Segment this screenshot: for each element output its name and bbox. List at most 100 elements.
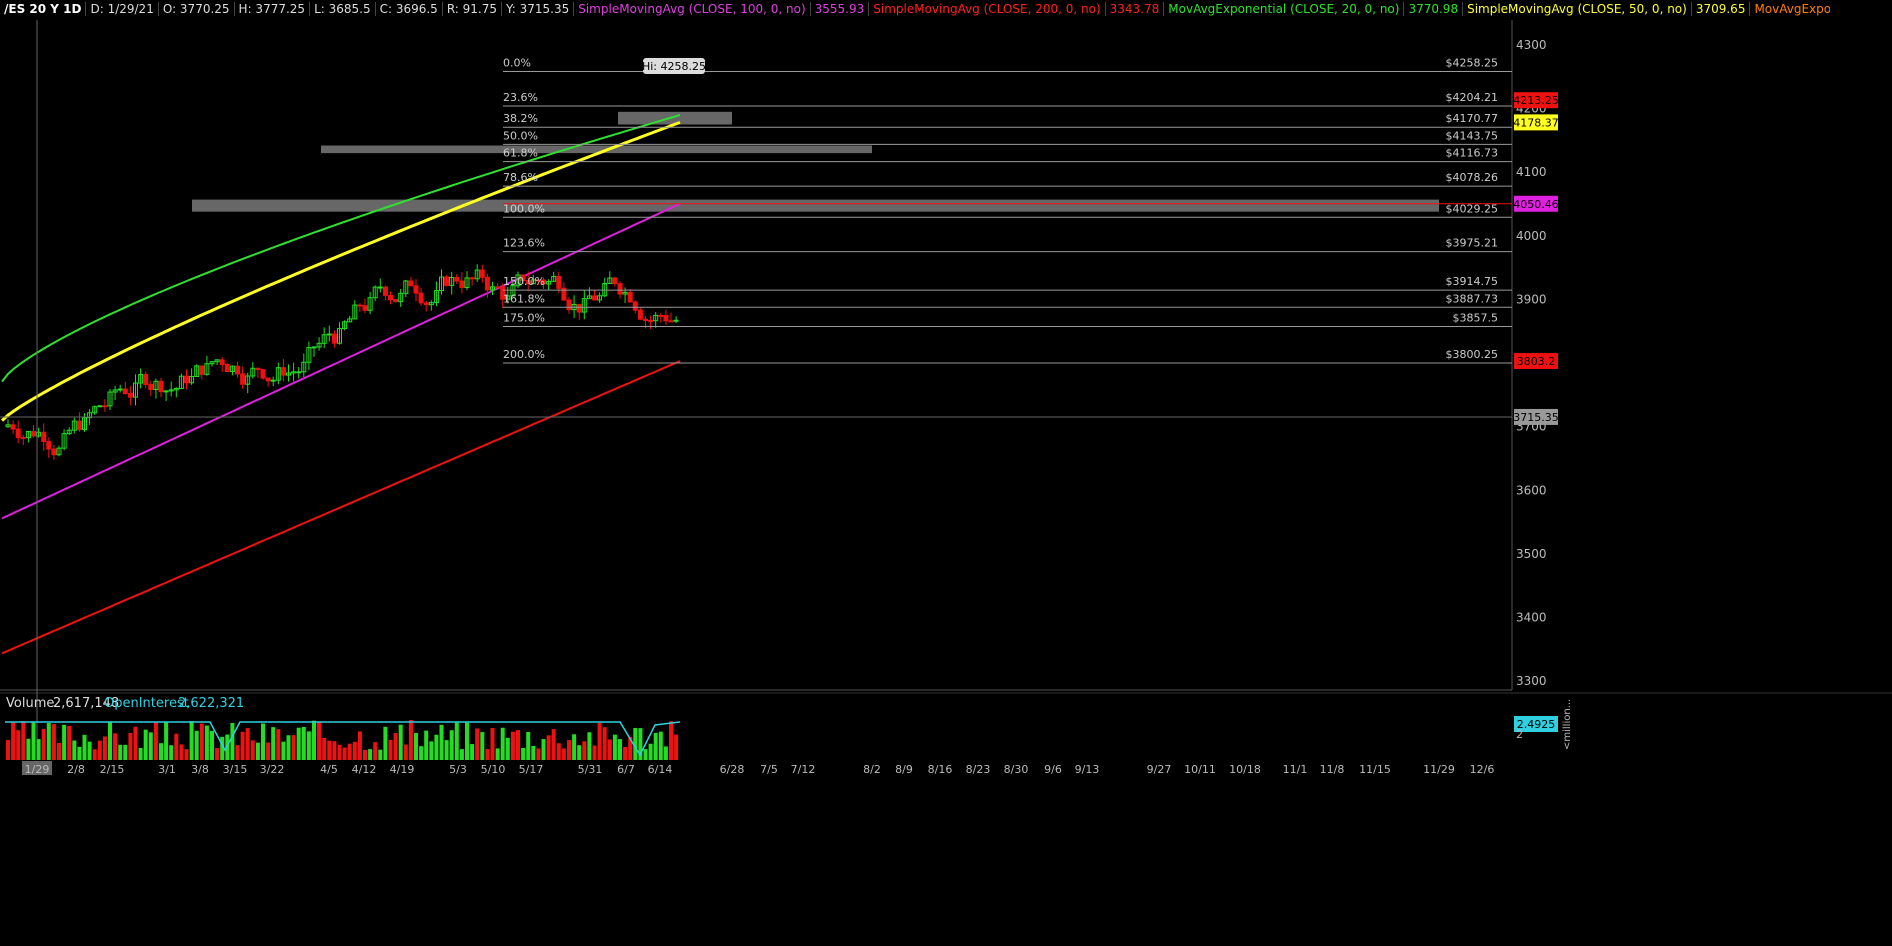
x-tick-label: 7/5 [760, 763, 778, 776]
volume-bar [541, 739, 546, 760]
fib-pct-label: 175.0% [503, 312, 545, 325]
oi-value: 2,622,321 [178, 696, 244, 711]
volume-bar [623, 746, 628, 760]
x-tick: 5/3 [449, 763, 467, 776]
volume-bar [118, 744, 123, 760]
candle-body [122, 388, 128, 395]
volume-bar [403, 744, 408, 760]
volume-bar [113, 733, 118, 760]
volume-bar [424, 730, 429, 760]
volume-bar [123, 744, 128, 760]
x-tick-label: 12/6 [1470, 763, 1495, 776]
x-tick-label: 4/19 [390, 763, 415, 776]
volume-bar [526, 731, 531, 760]
volume-bar [306, 731, 311, 760]
volume-bar [317, 722, 322, 760]
volume-bar [31, 721, 36, 760]
volume-bar [174, 733, 179, 760]
x-tick: 12/6 [1470, 763, 1495, 776]
candle-body [576, 303, 582, 313]
candle-body [382, 286, 388, 296]
volume-bar [347, 743, 352, 760]
volume-bar [230, 722, 235, 760]
candle-body [199, 365, 205, 375]
volume-bar [87, 741, 92, 760]
candle-body [20, 437, 26, 440]
volume-bar [97, 740, 102, 760]
hi-label-text: Hi: 4258.25 [642, 60, 706, 73]
x-tick: 6/28 [720, 763, 745, 776]
y-tick-label: 4000 [1516, 229, 1547, 243]
x-tick-label: 5/31 [578, 763, 603, 776]
x-tick-label: 9/6 [1044, 763, 1062, 776]
fib-level: 78.6% $4078.26 [503, 171, 1512, 187]
candle-body [663, 314, 669, 322]
fib-pct-label: 38.2% [503, 112, 538, 125]
candle-body [219, 359, 225, 365]
volume-bar [82, 734, 87, 760]
volume-bar [153, 721, 158, 760]
volume-bar [388, 739, 393, 760]
x-tick-label: 2/15 [100, 763, 125, 776]
volume-bar [57, 742, 61, 760]
volume-bar [92, 749, 97, 760]
volume-bar [398, 724, 403, 760]
candle-body [658, 314, 664, 317]
volume-bar [357, 731, 362, 760]
candle-body [224, 363, 230, 373]
candle-body [331, 333, 337, 344]
x-tick-label: 3/8 [191, 763, 209, 776]
volume-bar [189, 721, 194, 760]
volume-bar [6, 740, 10, 760]
volume-bar [653, 732, 658, 760]
price-chart[interactable]: 4300420041004000390038003700360035003400… [0, 0, 1892, 946]
volume-bar [322, 737, 327, 760]
x-tick-label: 3/22 [260, 763, 285, 776]
volume-bar [475, 728, 480, 760]
volume-bar [286, 735, 291, 760]
x-tick-label: 6/28 [720, 763, 745, 776]
candle-body [668, 320, 674, 323]
volume-bar [561, 748, 566, 760]
x-tick: 8/2 [863, 763, 881, 776]
volume-unit-label: <million... [1562, 699, 1573, 750]
fib-price-label: $3800.25 [1446, 348, 1499, 361]
volume-bar [551, 729, 556, 760]
x-tick-label: 10/11 [1184, 763, 1216, 776]
fib-level: 23.6% $4204.21 [503, 91, 1512, 107]
x-tick-label: 1/29 [25, 763, 50, 776]
volume-bar [618, 739, 622, 760]
price-badge: 4178.37 [1513, 114, 1559, 131]
x-tick-label: 3/1 [158, 763, 176, 776]
fib-pct-label: 0.0% [503, 57, 531, 70]
candle-body [148, 383, 154, 391]
price-badge-text: 4178.37 [1513, 116, 1559, 129]
volume-bar [592, 745, 597, 760]
volume-bar [245, 728, 250, 760]
price-badge-text: 4050.46 [1513, 198, 1559, 211]
x-tick-label: 11/1 [1283, 763, 1308, 776]
x-tick-label: 8/30 [1004, 763, 1029, 776]
candle-body [617, 283, 623, 295]
x-tick: 5/10 [481, 763, 506, 776]
x-tick: 6/7 [617, 763, 635, 776]
fib-level: 150.0% $3914.75 [503, 275, 1512, 291]
x-tick: 5/17 [519, 763, 544, 776]
volume-bar [184, 749, 189, 760]
volume-bar [505, 737, 510, 760]
volume-bar [378, 749, 383, 760]
x-tick: 6/14 [648, 763, 673, 776]
price-badge-text: 3715.35 [1513, 411, 1559, 424]
x-tick-label: 11/15 [1359, 763, 1391, 776]
volume-bar [352, 741, 357, 760]
volume-bar [516, 730, 520, 760]
volume-bar [612, 734, 617, 760]
x-tick: 10/18 [1229, 763, 1261, 776]
x-tick-label: 11/29 [1423, 763, 1455, 776]
volume-bar [327, 740, 332, 760]
volume-bar [495, 748, 500, 760]
candle-body [592, 295, 597, 301]
x-tick: 11/1 [1283, 763, 1308, 776]
volume-bar [490, 728, 495, 760]
x-tick-label: 2/8 [67, 763, 85, 776]
